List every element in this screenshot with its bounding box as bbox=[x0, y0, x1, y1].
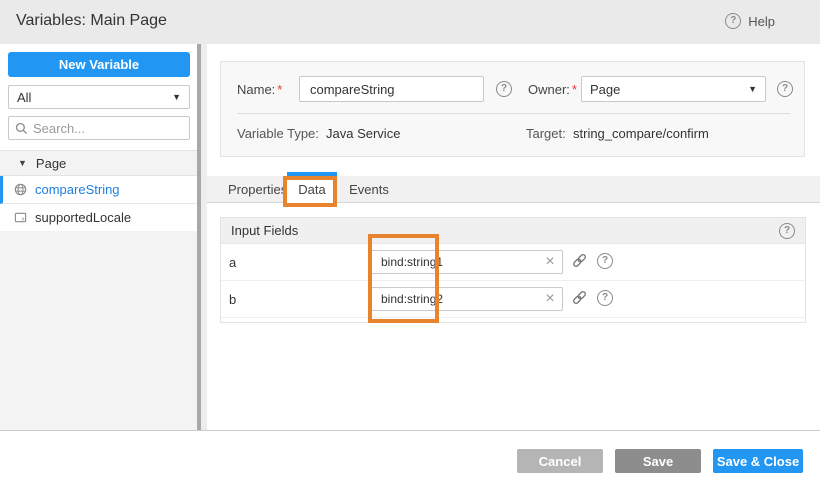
search-input[interactable] bbox=[33, 121, 183, 136]
cancel-button[interactable]: Cancel bbox=[517, 449, 603, 473]
tree-item-label: compareString bbox=[35, 182, 120, 197]
new-variable-button[interactable]: New Variable bbox=[8, 52, 190, 77]
tree-item-comparestring[interactable]: compareString bbox=[0, 176, 197, 204]
scrollbar-thumb[interactable] bbox=[197, 44, 201, 430]
variable-icon: x bbox=[14, 211, 27, 224]
tab-properties[interactable]: Properties bbox=[228, 176, 284, 203]
link-binding-icon[interactable] bbox=[571, 252, 588, 269]
chevron-down-icon: ▼ bbox=[748, 84, 757, 94]
tree-item-label: supportedLocale bbox=[35, 210, 131, 225]
tab-bar: Properties Data Events bbox=[207, 176, 820, 203]
field-help-icon[interactable]: ? bbox=[597, 253, 613, 269]
bind-input-wrapper: × bbox=[369, 250, 563, 274]
tree-group-page[interactable]: ▼ Page bbox=[0, 150, 197, 176]
input-fields-section: Input Fields ? a × ? b bbox=[220, 217, 806, 323]
save-button[interactable]: Save bbox=[615, 449, 701, 473]
required-asterisk: * bbox=[277, 82, 282, 97]
name-field[interactable] bbox=[299, 76, 484, 102]
tree-expander-icon[interactable]: ▼ bbox=[18, 158, 27, 168]
input-fields-header: Input Fields ? bbox=[221, 218, 805, 244]
field-help-icon[interactable]: ? bbox=[597, 290, 613, 306]
filter-selected-value: All bbox=[17, 90, 31, 105]
sidebar: New Variable All ▼ ▼ Page bbox=[0, 44, 197, 430]
search-icon bbox=[15, 122, 28, 135]
input-field-row-a: a × ? bbox=[221, 244, 805, 281]
name-help-icon[interactable]: ? bbox=[496, 81, 512, 97]
field-name: a bbox=[229, 255, 236, 270]
search-box bbox=[8, 116, 190, 140]
owner-dropdown[interactable]: Page ▼ bbox=[581, 76, 766, 102]
titlebar: Variables: Main Page ? Help bbox=[0, 0, 820, 44]
sidebar-empty-area bbox=[0, 231, 197, 430]
help-link[interactable]: ? Help bbox=[725, 13, 775, 29]
footer-divider bbox=[0, 430, 820, 431]
sidebar-scrollbar[interactable] bbox=[197, 44, 207, 430]
owner-selected-value: Page bbox=[590, 82, 620, 97]
tab-events[interactable]: Events bbox=[345, 176, 393, 203]
type-target-row: Variable Type: Java Service Target: stri… bbox=[237, 126, 790, 141]
panel-divider bbox=[237, 113, 790, 114]
page-title: Variables: Main Page bbox=[16, 12, 167, 30]
tree-group-label: Page bbox=[36, 156, 66, 171]
tree-item-supportedlocale[interactable]: x supportedLocale bbox=[0, 204, 197, 232]
save-and-close-button[interactable]: Save & Close bbox=[713, 449, 803, 473]
target-label: Target: bbox=[526, 126, 566, 141]
tab-data[interactable]: Data bbox=[287, 176, 337, 203]
bind-input-a[interactable] bbox=[370, 255, 538, 269]
link-binding-icon[interactable] bbox=[571, 289, 588, 306]
name-owner-row: Name:* ? Owner:* Page ▼ ? bbox=[237, 76, 790, 102]
owner-help-icon[interactable]: ? bbox=[777, 81, 793, 97]
help-label: Help bbox=[748, 14, 775, 29]
target-value: string_compare/confirm bbox=[573, 126, 709, 141]
variables-dialog: Variables: Main Page ? Help New Variable… bbox=[0, 0, 820, 490]
variable-summary-panel: Name:* ? Owner:* Page ▼ ? Variable Type:… bbox=[220, 61, 805, 157]
input-fields-title: Input Fields bbox=[231, 223, 298, 238]
active-tab-indicator bbox=[287, 172, 337, 176]
owner-label: Owner:* bbox=[528, 82, 577, 97]
variable-type-label: Variable Type: bbox=[237, 126, 319, 141]
variables-tree: ▼ Page compareString bbox=[0, 150, 197, 232]
name-label: Name:* bbox=[237, 82, 282, 97]
clear-icon[interactable]: × bbox=[538, 288, 562, 310]
required-asterisk: * bbox=[572, 82, 577, 97]
bind-input-b[interactable] bbox=[370, 292, 538, 306]
variable-filter-dropdown[interactable]: All ▼ bbox=[8, 85, 190, 109]
svg-text:x: x bbox=[22, 217, 25, 223]
bind-input-wrapper: × bbox=[369, 287, 563, 311]
help-circle-icon: ? bbox=[725, 13, 741, 29]
variable-type-value: Java Service bbox=[326, 126, 400, 141]
input-field-row-b: b × ? bbox=[221, 281, 805, 318]
chevron-down-icon: ▼ bbox=[172, 92, 181, 102]
clear-icon[interactable]: × bbox=[538, 251, 562, 273]
input-fields-help-icon[interactable]: ? bbox=[779, 223, 795, 239]
service-icon bbox=[14, 183, 27, 196]
field-name: b bbox=[229, 292, 236, 307]
